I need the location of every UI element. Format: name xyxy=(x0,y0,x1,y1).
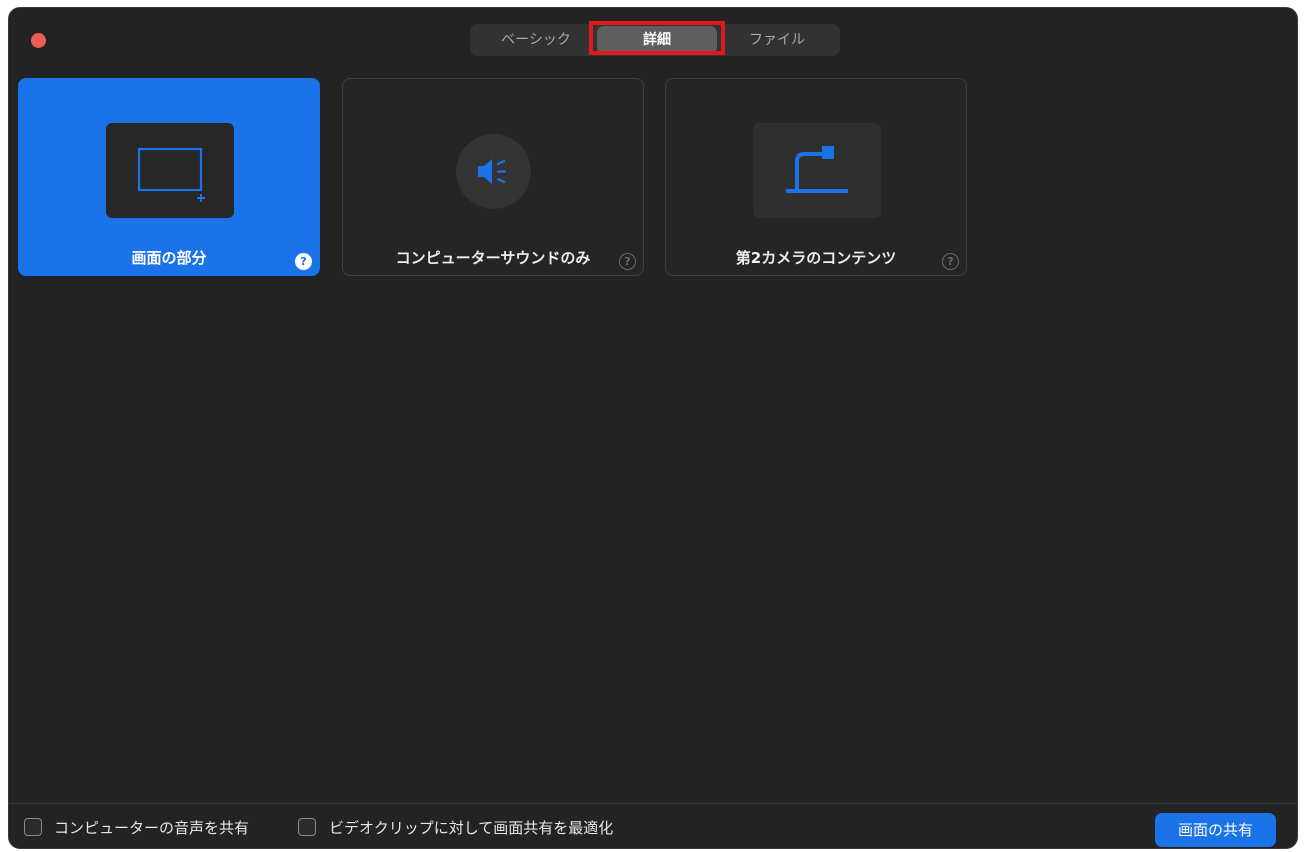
footer-bar: コンピューターの音声を共有 ビデオクリップに対して画面共有を最適化 画面の共有 xyxy=(9,803,1297,848)
computer-sound-thumbnail xyxy=(456,134,531,209)
card-second-camera[interactable]: 第2カメラのコンテンツ ? xyxy=(665,78,967,276)
share-screen-window: ベーシック 詳細 ファイル 画面の部分 ? コンピューターサウンドのみ ? 第2… xyxy=(8,7,1298,849)
card-computer-sound[interactable]: コンピューターサウンドのみ ? xyxy=(342,78,644,276)
screen-portion-thumbnail xyxy=(106,123,234,218)
help-icon[interactable]: ? xyxy=(619,253,636,270)
second-camera-thumbnail xyxy=(753,123,881,218)
tab-bar: ベーシック 詳細 ファイル xyxy=(470,24,840,56)
optimize-video-checkbox[interactable] xyxy=(298,818,316,836)
speaker-icon xyxy=(478,159,507,184)
help-icon[interactable]: ? xyxy=(942,253,959,270)
card-label: 第2カメラのコンテンツ xyxy=(735,249,897,267)
help-icon[interactable]: ? xyxy=(295,253,312,270)
tab-advanced[interactable]: 詳細 xyxy=(597,26,717,54)
close-window-button[interactable] xyxy=(31,33,46,48)
share-screen-button[interactable]: 画面の共有 xyxy=(1155,813,1276,847)
card-label: コンピューターサウンドのみ xyxy=(395,249,591,267)
optimize-video-label: ビデオクリップに対して画面共有を最適化 xyxy=(329,819,614,837)
screen-portion-icon xyxy=(137,147,205,202)
tab-file[interactable]: ファイル xyxy=(718,24,836,56)
tab-basic[interactable]: ベーシック xyxy=(478,24,594,56)
card-screen-portion[interactable]: 画面の部分 ? xyxy=(18,78,320,276)
share-audio-label: コンピューターの音声を共有 xyxy=(54,819,250,837)
document-camera-icon xyxy=(786,146,848,193)
card-label: 画面の部分 xyxy=(131,249,207,267)
share-audio-checkbox[interactable] xyxy=(24,818,42,836)
